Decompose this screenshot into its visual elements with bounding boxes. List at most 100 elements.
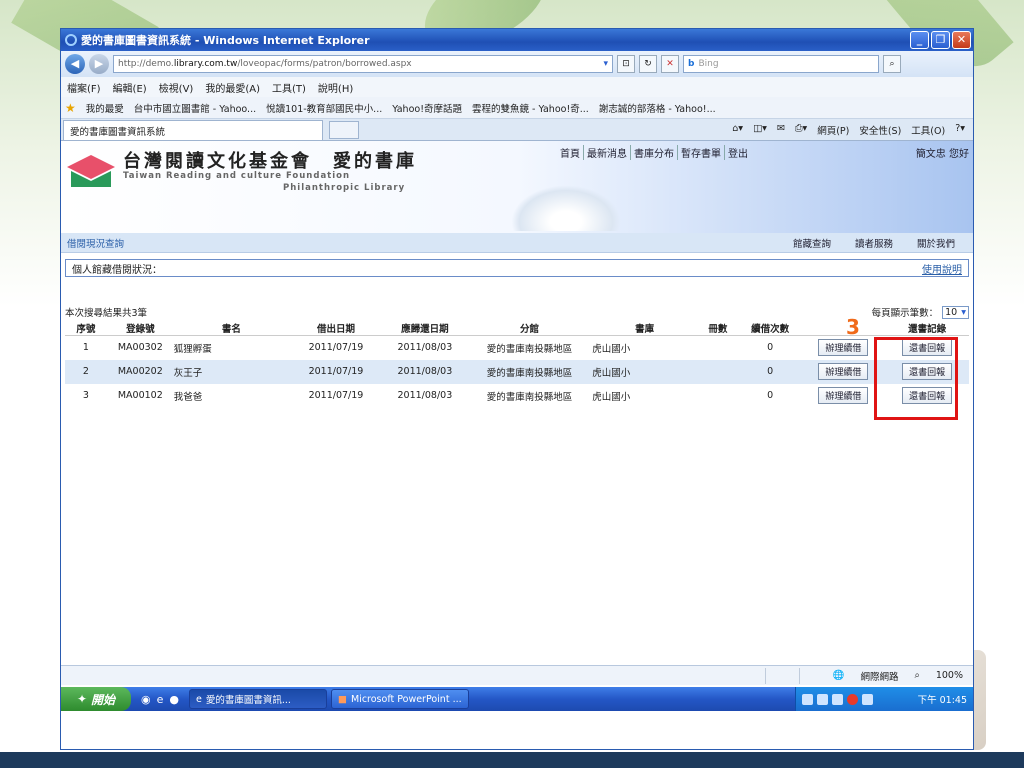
header-library: 書庫 <box>592 321 697 336</box>
volume-icon[interactable] <box>832 693 843 705</box>
cell-title: 灰王子 <box>173 359 289 384</box>
tab-active[interactable]: 愛的書庫圖書資訊系統 <box>63 119 323 140</box>
renew-button[interactable]: 辦理續借 <box>818 363 869 380</box>
favorite-item-3[interactable]: Yahoo!奇摩話題 <box>392 101 462 115</box>
loan-table: 序號 登錄號 書名 借出日期 應歸還日期 分館 書庫 冊數 續借次數 還書記錄 … <box>65 321 969 408</box>
table-row: 3 MA00102 我爸爸 2011/07/19 2011/08/03 愛的書庫… <box>65 384 969 408</box>
cell-renew-count: 0 <box>767 390 774 401</box>
sub-nav-reader-services[interactable]: 讀者服務 <box>855 236 893 250</box>
taskbar: ✦ 開始 ◉ e ● e 愛的書庫圖書資訊... ■ Microsoft Pow… <box>61 687 973 711</box>
cell-branch: 愛的書庫南投縣地區 <box>466 359 593 384</box>
task-powerpoint-label: Microsoft PowerPoint ... <box>350 693 462 705</box>
command-safety[interactable]: 安全性(S) <box>859 123 901 137</box>
favorite-item-2[interactable]: 悅讀101-教育部國民中小... <box>266 101 382 115</box>
quick-launch-app-icon[interactable]: ◉ <box>141 693 151 706</box>
page-content: 台灣閱讀文化基金會 愛的書庫 Taiwan Reading and cultur… <box>61 141 973 665</box>
mail-icon[interactable]: ✉ <box>777 123 785 137</box>
back-button[interactable]: ◀ <box>65 54 85 74</box>
header-quantity: 冊數 <box>696 321 739 336</box>
favorite-item-5[interactable]: 謝志誠的部落格 - Yahoo!... <box>599 101 716 115</box>
zoom-icon[interactable]: ⌕ <box>915 670 920 681</box>
nav-news[interactable]: 最新消息 <box>584 145 631 160</box>
command-page[interactable]: 網頁(P) <box>817 123 849 137</box>
quick-launch-ie-icon[interactable]: e <box>157 693 164 706</box>
cell-library: 虎山國小 <box>592 359 697 384</box>
network-icon[interactable] <box>802 693 813 705</box>
home-icon[interactable]: ⌂▾ <box>732 123 743 137</box>
cell-quantity <box>697 384 739 408</box>
table-row: 2 MA00202 灰王子 2011/07/19 2011/08/03 愛的書庫… <box>65 359 969 384</box>
quick-launch: ◉ e ● <box>141 693 179 706</box>
task-ie[interactable]: e 愛的書庫圖書資訊... <box>189 689 327 709</box>
favorites-star-icon: ★ <box>65 100 76 115</box>
help-link[interactable]: 使用說明 <box>922 261 962 276</box>
help-icon[interactable]: ?▾ <box>955 123 965 137</box>
maximize-button[interactable]: ❐ <box>931 31 950 49</box>
menu-file[interactable]: 檔案(F) <box>67 80 101 95</box>
tab-bar: 愛的書庫圖書資訊系統 ⌂▾ ◫▾ ✉ ⎙▾ 網頁(P) 安全性(S) 工具(O)… <box>61 119 973 141</box>
renew-button[interactable]: 辦理續借 <box>818 387 869 404</box>
favorite-item-1[interactable]: 台中市國立圖書館 - Yahoo... <box>134 101 256 115</box>
header-title: 書名 <box>173 321 289 336</box>
url-field[interactable]: http://demo. library.com.tw/loveopac/form… <box>113 55 613 73</box>
return-report-button[interactable]: 還書回報 <box>902 387 953 404</box>
nav-logout[interactable]: 登出 <box>725 145 751 160</box>
header-renew-count: 續借次數 <box>738 321 802 336</box>
menu-tools[interactable]: 工具(T) <box>272 80 306 95</box>
header-accession: 登錄號 <box>106 321 174 336</box>
feeds-icon[interactable]: ◫▾ <box>753 123 767 137</box>
quick-launch-media-icon[interactable]: ● <box>169 693 179 706</box>
window-controls: _ ❐ ✕ <box>910 31 971 49</box>
cell-renew-action: 辦理續借 <box>801 359 886 384</box>
cell-due-date: 2011/08/03 <box>397 342 453 354</box>
forward-button[interactable]: ▶ <box>89 54 109 74</box>
favorites-label[interactable]: 我的最愛 <box>86 101 124 115</box>
close-button[interactable]: ✕ <box>952 31 971 49</box>
return-report-button[interactable]: 還書回報 <box>902 339 953 357</box>
nav-home[interactable]: 首頁 <box>557 145 584 160</box>
return-report-button[interactable]: 還書回報 <box>902 363 953 380</box>
refresh-icon[interactable]: ↻ <box>639 55 657 73</box>
dropdown-arrow-icon[interactable]: ▾ <box>603 59 608 69</box>
stop-icon[interactable]: ✕ <box>661 55 679 73</box>
per-page-control: 每頁顯示筆數： 10 ▾ <box>872 305 969 319</box>
per-page-select[interactable]: 10 ▾ <box>942 305 969 319</box>
nav-booklist[interactable]: 暫存書單 <box>678 145 725 160</box>
start-button[interactable]: ✦ 開始 <box>61 687 131 711</box>
command-tools[interactable]: 工具(O) <box>911 123 945 137</box>
update-icon[interactable] <box>862 693 873 705</box>
nav-branches[interactable]: 書庫分布 <box>631 145 678 160</box>
print-icon[interactable]: ⎙▾ <box>795 123 807 137</box>
menu-edit[interactable]: 編輯(E) <box>113 80 147 95</box>
menu-favorites[interactable]: 我的最愛(A) <box>205 80 260 95</box>
internet-zone-label: 網際網路 <box>860 671 899 683</box>
cell-title: 狐狸孵蛋 <box>173 343 212 355</box>
renew-button[interactable]: 辦理續借 <box>818 339 869 357</box>
ie-icon <box>65 34 77 46</box>
sub-nav-catalog[interactable]: 館藏查詢 <box>793 236 831 250</box>
cell-accession: MA00102 <box>117 390 163 401</box>
menu-view[interactable]: 檢視(V) <box>159 80 194 95</box>
favorite-item-4[interactable]: 雲程的雙魚鏡 - Yahoo!奇... <box>472 101 589 115</box>
sub-nav-about[interactable]: 關於我們 <box>917 236 955 250</box>
minimize-button[interactable]: _ <box>910 31 929 49</box>
security-alert-icon[interactable] <box>847 693 858 705</box>
cell-due-date: 2011/08/03 <box>397 390 453 401</box>
cell-library: 虎山國小 <box>592 391 631 403</box>
menu-help[interactable]: 說明(H) <box>318 80 353 95</box>
menu-bar: 檔案(F) 編輯(E) 檢視(V) 我的最愛(A) 工具(T) 說明(H) <box>61 77 973 97</box>
window-title: 愛的書庫圖書資訊系統 - Windows Internet Explorer <box>81 34 370 47</box>
cell-loan-date: 2011/07/19 <box>288 359 384 384</box>
sync-icon[interactable] <box>817 693 828 705</box>
search-icon[interactable]: ⌕ <box>883 55 901 73</box>
ie-icon: e <box>196 693 202 705</box>
compat-view-icon[interactable]: ⊡ <box>617 55 635 73</box>
task-powerpoint[interactable]: ■ Microsoft PowerPoint ... <box>331 689 469 709</box>
powerpoint-icon: ■ <box>338 693 347 705</box>
header-loan-date: 借出日期 <box>288 321 384 336</box>
new-tab-button[interactable] <box>329 120 359 139</box>
zoom-level[interactable]: 100% <box>936 670 963 681</box>
cell-renew-action: 辦理續借 <box>802 384 886 408</box>
search-box[interactable]: b Bing <box>683 55 879 73</box>
breadcrumb[interactable]: 借閱現況查詢 <box>67 236 124 250</box>
